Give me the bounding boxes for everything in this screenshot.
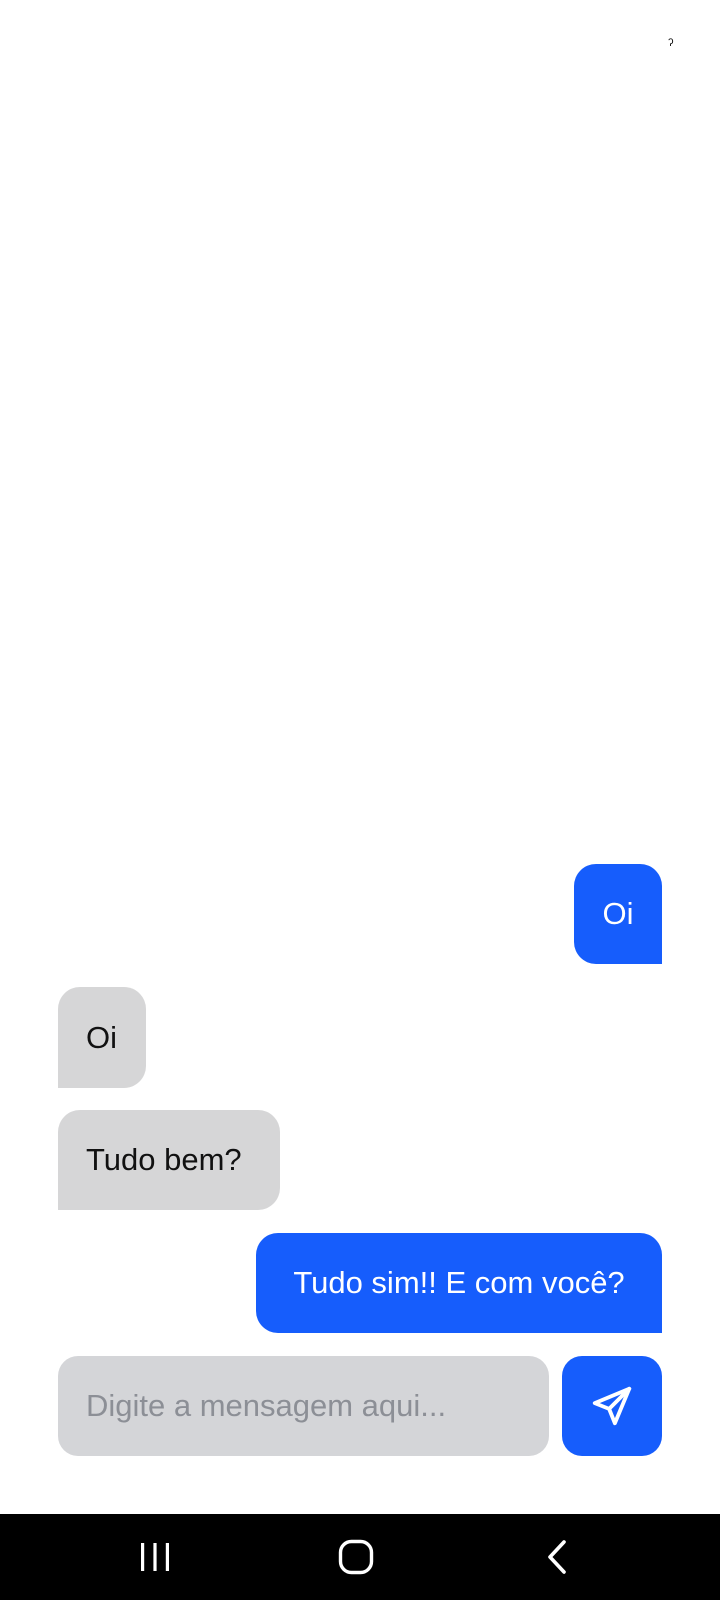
message-text: Oi: [86, 1019, 117, 1055]
message-text: Tudo sim!! E com você?: [293, 1265, 625, 1300]
received-message-bubble[interactable]: Oi: [58, 987, 146, 1088]
send-icon: [592, 1386, 632, 1426]
send-button[interactable]: [562, 1356, 662, 1456]
navigation-bar: [0, 1514, 720, 1600]
received-message-bubble[interactable]: Tudo bem?: [58, 1110, 280, 1210]
recent-apps-button[interactable]: [115, 1526, 195, 1588]
message-text: Oi: [602, 896, 634, 931]
home-icon: [338, 1539, 374, 1575]
back-button[interactable]: [517, 1526, 597, 1588]
status-indicator: ˀ: [668, 37, 674, 54]
home-button[interactable]: [316, 1526, 396, 1588]
back-icon: [548, 1540, 566, 1574]
sent-message-bubble[interactable]: Oi: [574, 864, 662, 964]
recent-apps-icon: [141, 1543, 169, 1571]
sent-message-bubble[interactable]: Tudo sim!! E com você?: [256, 1233, 662, 1333]
message-text: Tudo bem?: [86, 1142, 242, 1177]
message-input[interactable]: [58, 1356, 549, 1456]
